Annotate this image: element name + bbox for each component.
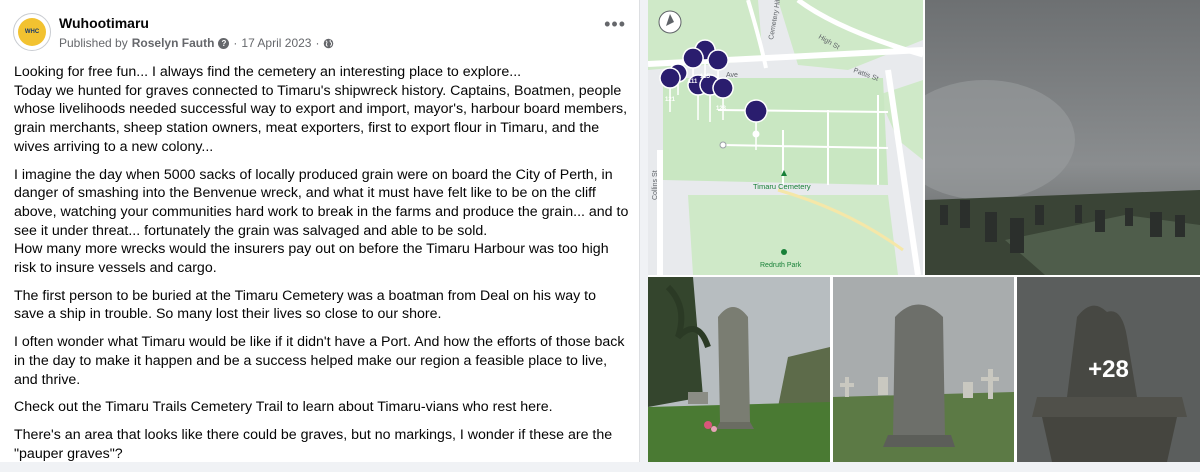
separator-dot: · bbox=[233, 36, 238, 50]
page-name-link[interactable]: Wuhootimaru bbox=[59, 15, 149, 31]
map-image: Cemetery Hill High St Pattis St Ave Coll… bbox=[648, 0, 923, 275]
map-place-label: Timaru Cemetery bbox=[753, 182, 811, 191]
map-street-label: Ave bbox=[726, 72, 738, 79]
post-paragraph: There's an area that looks like there co… bbox=[14, 426, 613, 462]
post-paragraph: The first person to be buried at the Tim… bbox=[14, 287, 596, 323]
author-link[interactable]: Roselyn Fauth bbox=[132, 36, 215, 50]
map-street-label: Collins St bbox=[652, 170, 659, 200]
foggy-cemetery-image bbox=[925, 0, 1200, 275]
more-photos-count: +28 bbox=[1017, 277, 1200, 462]
post-paragraph: Looking for free fun... I always find th… bbox=[14, 64, 522, 80]
question-icon[interactable]: ? bbox=[218, 37, 230, 49]
more-photos-tile[interactable]: +28 bbox=[1017, 277, 1200, 462]
separator-dot: · bbox=[315, 36, 320, 50]
page-logo-icon: WHC bbox=[18, 18, 46, 46]
map-pin-label: 121 bbox=[665, 97, 676, 103]
gravestone-palm-photo[interactable] bbox=[648, 277, 830, 462]
map-pin-label: 123 bbox=[716, 106, 727, 112]
avatar[interactable]: WHC bbox=[13, 13, 51, 51]
post-paragraph: Check out the Timaru Trails Cemetery Tra… bbox=[14, 399, 553, 416]
foggy-cemetery-photo[interactable] bbox=[925, 0, 1200, 275]
more-options-button[interactable]: ••• bbox=[604, 15, 626, 33]
facebook-post: WHC Wuhootimaru Published by Roselyn Fau… bbox=[0, 0, 640, 462]
post-date-link[interactable]: 17 April 2023 bbox=[241, 36, 311, 50]
post-meta: Published by Roselyn Fauth ? · 17 April … bbox=[59, 36, 334, 50]
post-paragraph: Today we hunted for graves connected to … bbox=[14, 82, 628, 155]
published-by-label: Published by bbox=[59, 36, 128, 50]
avatar-text: WHC bbox=[24, 29, 40, 35]
post-header: WHC Wuhootimaru Published by Roselyn Fau… bbox=[13, 11, 628, 53]
post-paragraph: I often wonder what Timaru would be like… bbox=[14, 334, 625, 388]
photo-gallery: Cemetery Hill High St Pattis St Ave Coll… bbox=[648, 0, 1200, 462]
weathered-headstone-image bbox=[833, 277, 1014, 462]
map-pin-label: 111 bbox=[688, 79, 698, 85]
gravestone-palm-image bbox=[648, 277, 830, 462]
post-paragraph: I imagine the day when 5000 sacks of loc… bbox=[14, 166, 629, 277]
post-text: Looking for free fun... I always find th… bbox=[14, 63, 629, 472]
map-pin-label: 125 bbox=[700, 74, 711, 80]
map-place-label: Redruth Park bbox=[760, 262, 802, 269]
globe-icon bbox=[324, 38, 334, 48]
weathered-headstone-photo[interactable] bbox=[833, 277, 1014, 462]
map-photo[interactable]: Cemetery Hill High St Pattis St Ave Coll… bbox=[648, 0, 923, 275]
